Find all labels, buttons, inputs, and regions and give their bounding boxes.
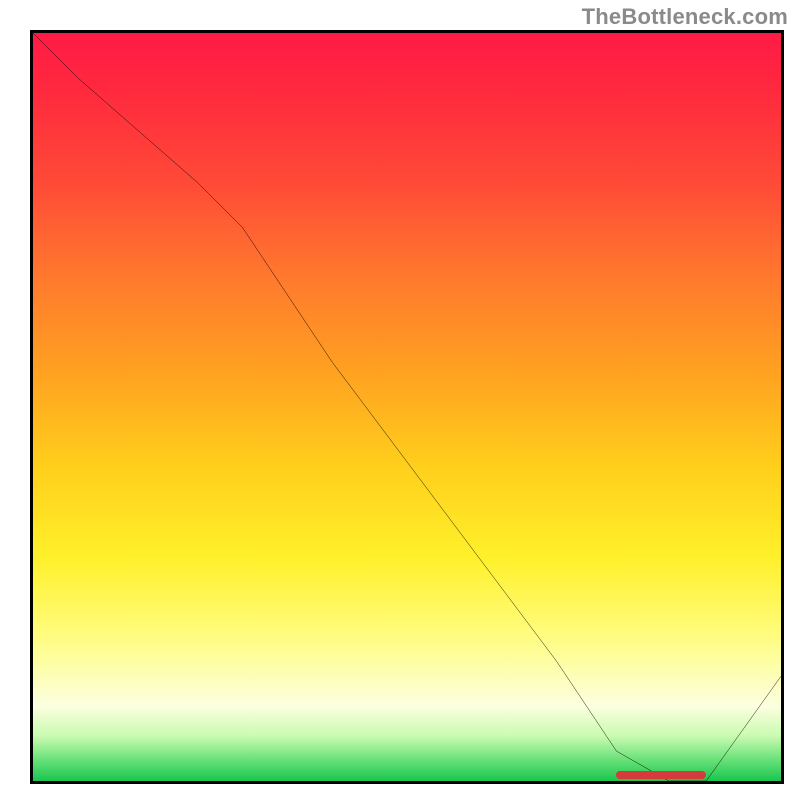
curve-line	[33, 33, 781, 781]
bottleneck-curve	[33, 33, 781, 781]
plot-area	[30, 30, 784, 784]
optimum-marker	[616, 771, 706, 779]
chart-stage: TheBottleneck.com	[0, 0, 800, 800]
watermark-text: TheBottleneck.com	[582, 4, 788, 30]
